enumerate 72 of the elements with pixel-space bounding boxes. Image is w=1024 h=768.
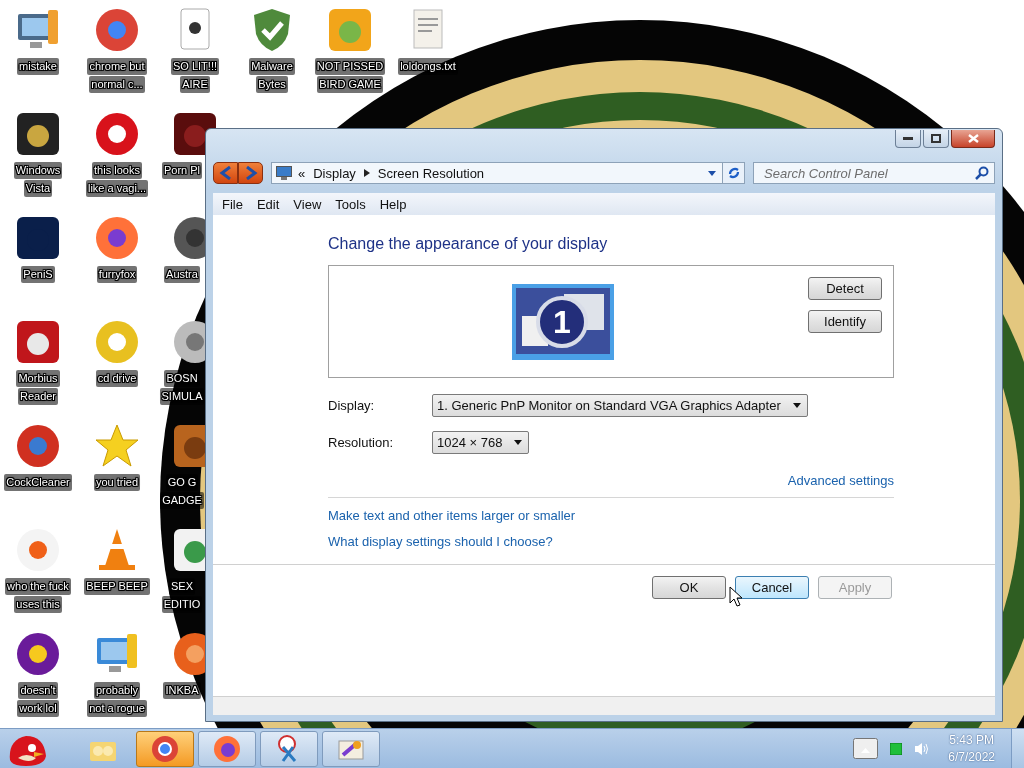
close-button[interactable] <box>951 130 995 148</box>
icon-label[interactable]: chrome but normal c... <box>79 58 155 94</box>
browser-button[interactable] <box>198 730 256 767</box>
dialog-button[interactable]: Cancel <box>735 576 809 599</box>
icon-label[interactable]: GO G GADGE <box>159 474 205 510</box>
close-icon <box>967 134 979 143</box>
help-link[interactable]: Make text and other items larger or smaller <box>328 508 576 523</box>
icon-label[interactable]: PeniS <box>0 266 76 284</box>
back-button[interactable] <box>213 162 238 184</box>
dialog-button[interactable]: Identify <box>808 310 882 333</box>
breadcrumb[interactable]: Screen Resolution <box>377 165 485 181</box>
address-bar[interactable]: « Display Screen Resolution <box>271 162 745 184</box>
forward-button[interactable] <box>238 162 263 184</box>
photo-editor-icon[interactable] <box>14 214 62 262</box>
menu-item[interactable]: View <box>293 196 322 212</box>
browser-icon[interactable] <box>93 214 141 262</box>
dropdown-arrow-icon <box>708 170 716 176</box>
cleaner-icon[interactable] <box>14 422 62 470</box>
star-icon[interactable] <box>93 422 141 470</box>
field-label: Display: <box>328 398 376 413</box>
minimize-button[interactable] <box>895 130 921 148</box>
help-link[interactable]: What display settings should I choose? <box>328 534 553 549</box>
maximize-icon <box>931 134 941 143</box>
menu-item[interactable]: Help <box>379 196 407 212</box>
reader-icon[interactable] <box>14 318 62 366</box>
icon-label[interactable]: NOT PISSED BIRD GAME <box>312 58 388 94</box>
caret-icon <box>514 440 523 445</box>
paint-button[interactable] <box>322 730 380 767</box>
breadcrumb-arrow-icon <box>363 169 370 177</box>
dropdown[interactable]: 1024 × 768 <box>432 431 530 454</box>
icon-label[interactable]: this looks like a vagi... <box>79 162 155 198</box>
refresh-icon <box>726 166 741 180</box>
search-field[interactable]: Search Control Panel <box>753 162 995 184</box>
ring-icon[interactable] <box>93 110 141 158</box>
icon-label[interactable]: who the fuck uses this <box>0 578 76 614</box>
monitor-number: 1 <box>553 304 571 340</box>
icon-label[interactable]: Malware Bytes <box>234 58 310 94</box>
icon-label[interactable]: Windows Vista <box>0 162 76 198</box>
mouse-pointer-icon <box>729 586 743 608</box>
page-heading: Change the appearance of your display <box>328 235 609 253</box>
refresh-button[interactable] <box>722 163 744 183</box>
advanced-settings-link[interactable]: Advanced settings <box>787 473 894 488</box>
icon-label[interactable]: probably not a rogue <box>79 682 155 718</box>
caret-icon <box>792 403 801 408</box>
show-hidden-icons-button[interactable] <box>853 738 879 759</box>
icon-label[interactable]: Morbius Reader <box>0 370 76 406</box>
clock-date: 6/7/2022 <box>948 748 995 766</box>
bin-icon[interactable] <box>14 110 62 158</box>
menu-item[interactable]: Edit <box>256 196 280 212</box>
icon-label[interactable]: SEX EDITIO <box>159 578 205 614</box>
field-label: Resolution: <box>328 435 395 450</box>
minimize-icon <box>903 136 913 141</box>
smiley-icon[interactable] <box>14 630 62 678</box>
monitor-icon <box>276 166 292 180</box>
menu-item[interactable]: Tools <box>335 196 366 212</box>
browser-icon[interactable] <box>93 6 141 54</box>
icon-label[interactable]: Porn Pl <box>159 162 205 180</box>
menu-item[interactable]: File <box>222 196 243 212</box>
monitor-drawing[interactable] <box>512 284 614 360</box>
dialog-button[interactable]: Detect <box>808 277 882 300</box>
dialog-button[interactable]: OK <box>652 576 726 599</box>
scissors-button[interactable] <box>260 730 318 767</box>
icon-label[interactable]: SO LIT!!! AIRE <box>157 58 233 94</box>
dropdown[interactable]: 1. Generic PnP Monitor on Standard VGA Graphics Adapter <box>432 394 808 417</box>
browser-button[interactable] <box>136 730 194 767</box>
icon-label[interactable]: doesn't work lol <box>0 682 76 718</box>
breadcrumb[interactable]: Display <box>313 165 356 181</box>
maximize-button[interactable] <box>923 130 949 148</box>
search-icon <box>975 166 989 180</box>
clock-time: 5:43 PM <box>949 731 994 749</box>
icon-label[interactable]: BOSN SIMULA <box>159 370 205 406</box>
breadcrumb-overflow[interactable]: « <box>298 165 306 181</box>
